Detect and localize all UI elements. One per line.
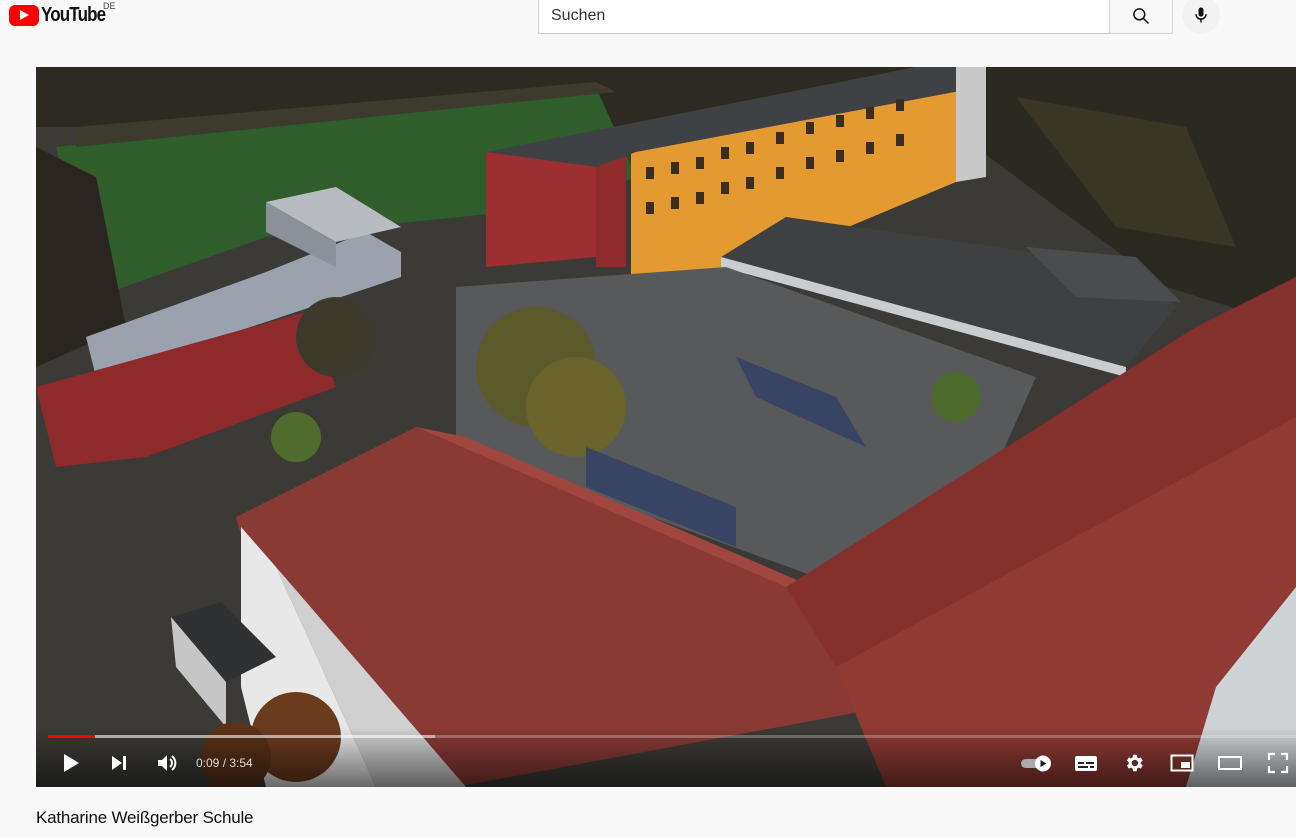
search-icon <box>1133 8 1150 25</box>
microphone-icon <box>1195 7 1207 23</box>
progress-buffered <box>48 735 435 738</box>
autoplay-toggle[interactable] <box>1018 750 1056 776</box>
theater-mode-icon <box>1218 756 1242 770</box>
fullscreen-icon <box>1267 752 1289 774</box>
subtitles-icon <box>1075 756 1097 771</box>
search-box[interactable] <box>538 0 1110 34</box>
settings-icon <box>1126 754 1143 772</box>
search-input[interactable] <box>539 0 1103 33</box>
progress-played <box>48 735 96 738</box>
top-bar: YouTube DE <box>0 0 1296 46</box>
settings-button[interactable] <box>1120 750 1148 776</box>
miniplayer-button[interactable] <box>1168 750 1196 776</box>
play-icon <box>64 754 79 772</box>
progress-bar[interactable] <box>48 735 1296 738</box>
youtube-logo[interactable]: YouTube <box>9 4 117 26</box>
next-button[interactable] <box>106 750 132 776</box>
logo-text: YouTube <box>41 3 106 26</box>
voice-search-button[interactable] <box>1182 0 1220 34</box>
youtube-play-logo-icon <box>9 4 39 26</box>
autoplay-toggle-icon <box>1021 755 1051 772</box>
video-title: Katharine Weißgerber Schule <box>36 808 254 827</box>
subtitles-button[interactable] <box>1072 750 1100 776</box>
theater-mode-button[interactable] <box>1216 750 1244 776</box>
search-button[interactable] <box>1109 0 1173 34</box>
video-player[interactable]: 0:09 / 3:54 <box>36 67 1296 787</box>
country-code: DE <box>103 1 116 11</box>
video-frame <box>36 67 1296 787</box>
miniplayer-icon <box>1170 754 1194 772</box>
next-icon <box>112 756 126 770</box>
fullscreen-button[interactable] <box>1264 750 1292 776</box>
volume-icon <box>158 755 177 771</box>
time-display: 0:09 / 3:54 <box>196 756 253 770</box>
play-button[interactable] <box>58 750 84 776</box>
volume-button[interactable] <box>154 750 180 776</box>
